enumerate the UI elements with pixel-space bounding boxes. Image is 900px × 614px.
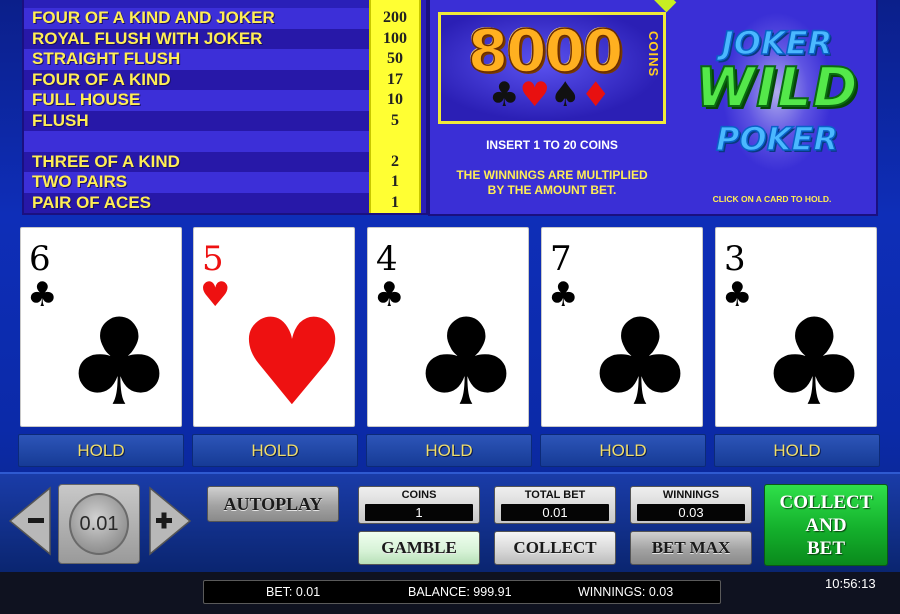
card-rank: 6 <box>29 239 51 279</box>
collect-and-bet-label: BET <box>806 538 846 559</box>
paytable-row <box>24 131 369 152</box>
info-panel: 8000 ♣♥♠♦ COINS INSERT 1 TO 20 COINS THE… <box>428 0 878 216</box>
multiplier-text: THE WINNINGS ARE MULTIPLIED BY THE AMOUN… <box>438 168 666 198</box>
autoplay-button[interactable]: AUTOPLAY <box>207 486 339 522</box>
coins-display: COINS 1 <box>358 486 480 524</box>
logo-word-poker: POKER <box>715 119 838 159</box>
paytable-row: ROYAL FLUSH WITH JOKER <box>24 28 369 49</box>
card-suits-icon: ♣♥♠♦ <box>489 75 611 115</box>
card-4[interactable]: 7 ♣ ♣ <box>541 227 703 427</box>
status-balance: BALANCE: 999.91 <box>408 585 512 599</box>
paytable-row: FOUR OF A KIND <box>24 69 369 90</box>
hold-button-3[interactable]: HOLD <box>366 434 532 467</box>
club-icon: ♣ <box>374 275 405 315</box>
heart-icon: ♥ <box>200 275 231 315</box>
multiplier-text-line: THE WINNINGS ARE MULTIPLIED <box>456 168 648 182</box>
paytable-payout: 50 <box>387 50 403 67</box>
paytable-row: TWO PAIRS <box>24 172 369 193</box>
hold-button-1[interactable]: HOLD <box>18 434 184 467</box>
card-rank: 4 <box>376 239 398 279</box>
club-icon: ♣ <box>722 275 753 315</box>
collect-and-bet-button[interactable]: COLLECT AND BET <box>764 484 888 566</box>
status-winnings: WINNINGS: 0.03 <box>578 585 674 599</box>
coins-label: COINS <box>401 489 437 501</box>
paytable-payout: 5 <box>391 111 399 129</box>
club-icon: ♣ <box>548 275 579 315</box>
logo-word-wild: WILD <box>695 55 859 120</box>
collect-button[interactable]: COLLECT <box>494 531 616 565</box>
heart-icon: ♥ <box>238 294 346 433</box>
increase-denomination-button[interactable] <box>148 486 192 556</box>
paytable-payout: 17 <box>387 70 403 88</box>
club-icon: ♣ <box>586 294 694 433</box>
total-bet-label: TOTAL BET <box>524 489 586 501</box>
club-icon: ♣ <box>412 294 520 433</box>
denomination-chip: 0.01 <box>69 493 129 555</box>
card-2[interactable]: 5 ♥ ♥ <box>193 227 355 427</box>
insert-coins-text: INSERT 1 TO 20 COINS <box>486 138 618 152</box>
total-bet-display: TOTAL BET 0.01 <box>494 486 616 524</box>
hold-button-5[interactable]: HOLD <box>714 434 880 467</box>
collect-and-bet-label: COLLECT <box>779 492 873 513</box>
card-rank: 7 <box>550 239 572 279</box>
winnings-label: WINNINGS <box>662 489 720 501</box>
card-3[interactable]: 4 ♣ ♣ <box>367 227 529 427</box>
paytable-payout: 1 <box>391 193 399 211</box>
paytable-row: FULL HOUSE <box>24 90 369 111</box>
bet-max-button[interactable]: BET MAX <box>630 531 752 565</box>
winnings-display: WINNINGS 0.03 <box>630 486 752 524</box>
card-rank: 5 <box>202 239 224 279</box>
card-1[interactable]: 6 ♣ ♣ <box>20 227 182 427</box>
winnings-value: 0.03 <box>637 504 745 521</box>
club-icon: ♣ <box>760 294 868 433</box>
max-coins-display: 8000 ♣♥♠♦ COINS <box>438 12 666 124</box>
paytable-row: FLUSH <box>24 110 369 131</box>
status-bet: BET: 0.01 <box>266 585 321 599</box>
paytable-payout: 200 <box>383 9 407 26</box>
hold-hint-text: CLICK ON A CARD TO HOLD. <box>712 194 832 204</box>
paytable: FOUR OF A KIND AND JOKER ROYAL FLUSH WIT… <box>22 0 428 215</box>
card-rank: 3 <box>724 239 746 279</box>
coins-vertical-label: COINS <box>646 31 661 78</box>
status-panel: BET: 0.01 BALANCE: 999.91 WINNINGS: 0.03 <box>203 580 721 604</box>
paytable-row: STRAIGHT FLUSH <box>24 49 369 70</box>
hold-button-4[interactable]: HOLD <box>540 434 706 467</box>
paytable-payout: 2 <box>391 152 399 170</box>
clock: 10:56:13 <box>825 576 876 591</box>
plus-icon <box>149 486 192 556</box>
paytable-payout: 10 <box>387 91 403 108</box>
paytable-payout: 100 <box>383 29 407 47</box>
coins-value: 1 <box>365 504 473 521</box>
paytable-row: THREE OF A KIND <box>24 151 369 172</box>
club-icon: ♣ <box>27 275 58 315</box>
card-5[interactable]: 3 ♣ ♣ <box>715 227 877 427</box>
paytable-payout: 1 <box>391 173 399 190</box>
hold-button-2[interactable]: HOLD <box>192 434 358 467</box>
club-icon: ♣ <box>65 294 173 433</box>
collect-and-bet-label: AND <box>805 515 847 536</box>
denomination-selector: 0.01 <box>58 484 140 564</box>
total-bet-value: 0.01 <box>501 504 609 521</box>
paytable-row: FOUR OF A KIND AND JOKER <box>24 8 369 29</box>
gamble-button[interactable]: GAMBLE <box>358 531 480 565</box>
indicator-marker-icon <box>653 0 677 13</box>
minus-icon <box>8 486 51 556</box>
game-logo: JOKER WILD POKER <box>682 12 872 182</box>
decrease-denomination-button[interactable] <box>8 486 52 556</box>
paytable-row: PAIR OF ACES <box>24 192 369 213</box>
multiplier-text-line: BY THE AMOUNT BET. <box>487 183 617 197</box>
